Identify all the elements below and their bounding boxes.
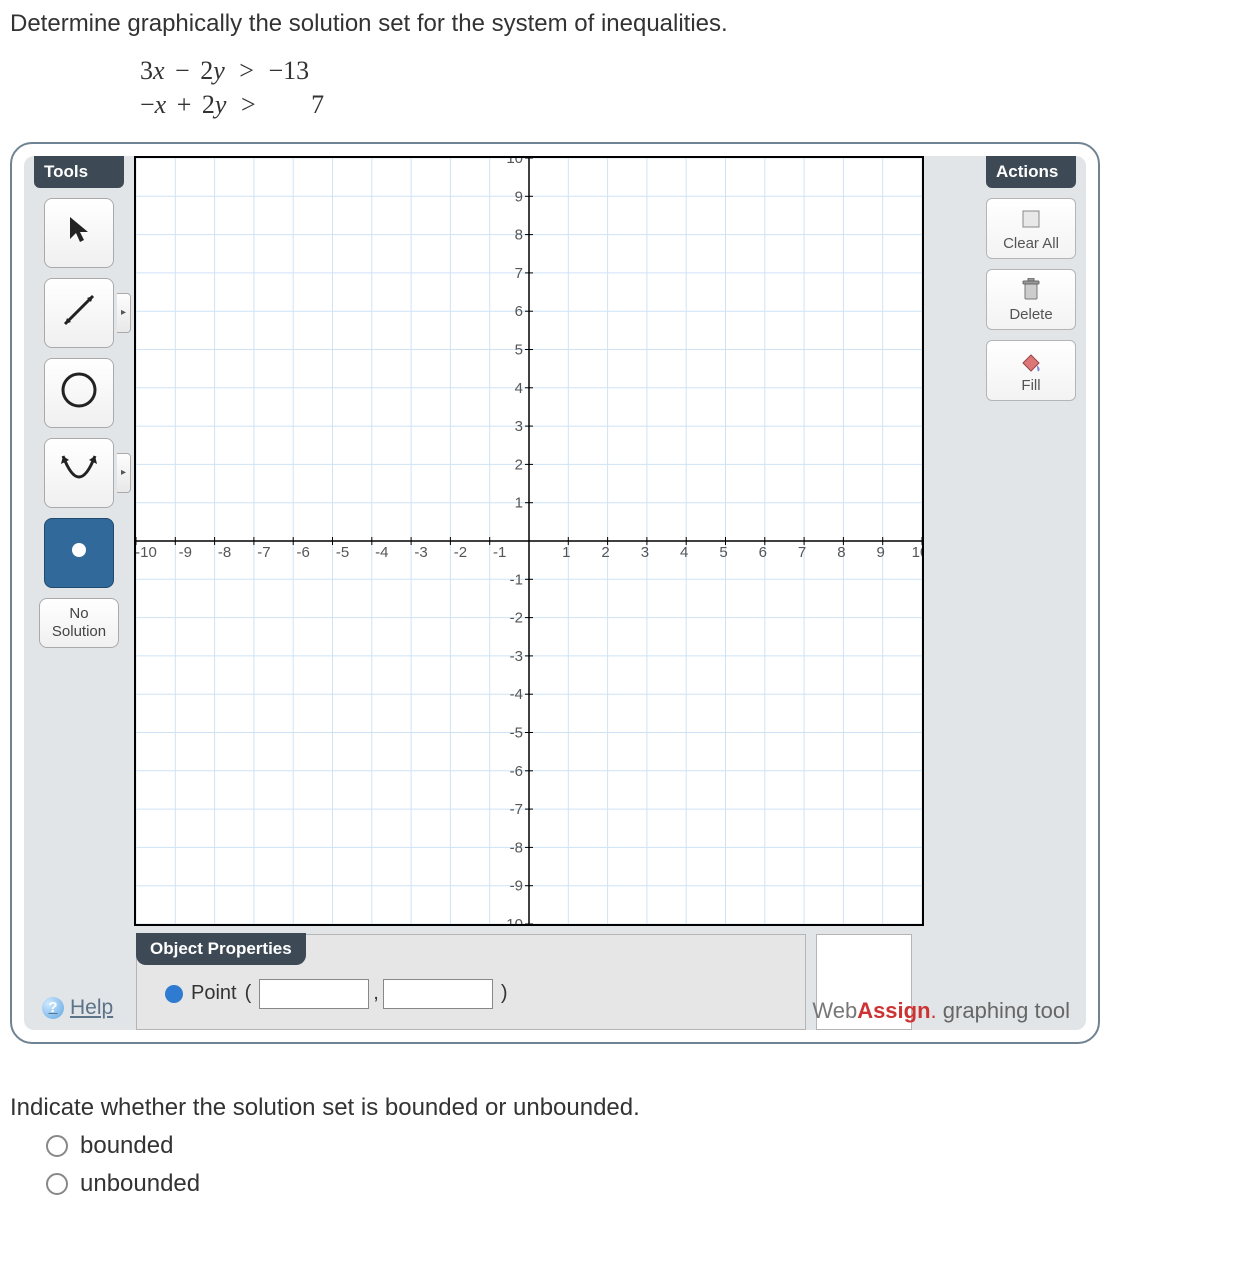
cursor-icon xyxy=(66,215,92,251)
comma: , xyxy=(373,982,379,1005)
point-x-input[interactable] xyxy=(259,979,369,1009)
svg-text:3: 3 xyxy=(641,544,649,561)
svg-text:-6: -6 xyxy=(510,762,523,779)
clear-all-button[interactable]: Clear All xyxy=(986,198,1076,259)
svg-text:-2: -2 xyxy=(510,609,523,626)
svg-text:-3: -3 xyxy=(414,544,427,561)
unbounded-option[interactable]: unbounded xyxy=(46,1170,1234,1198)
svg-text:-1: -1 xyxy=(510,571,523,588)
radio-icon xyxy=(46,1135,68,1157)
svg-text:-3: -3 xyxy=(510,647,523,664)
fill-label: Fill xyxy=(1021,377,1040,394)
parabola-tool[interactable]: ▸ xyxy=(44,438,114,508)
svg-text:-10: -10 xyxy=(136,544,157,561)
point-tool[interactable] xyxy=(44,518,114,588)
bounded-option[interactable]: bounded xyxy=(46,1132,1234,1160)
help-link[interactable]: ? Help xyxy=(42,996,113,1020)
tools-header: Tools xyxy=(34,156,124,188)
svg-text:-5: -5 xyxy=(336,544,349,561)
svg-text:-5: -5 xyxy=(510,724,523,741)
bounded-question: Indicate whether the solution set is bou… xyxy=(10,1094,1234,1122)
object-properties-panel: Object Properties Point ( , ) xyxy=(136,934,806,1030)
svg-text:10: 10 xyxy=(506,158,523,167)
svg-text:-1: -1 xyxy=(493,544,506,561)
svg-text:6: 6 xyxy=(515,303,523,320)
object-properties-header: Object Properties xyxy=(136,933,306,965)
line-tool[interactable]: ▸ xyxy=(44,278,114,348)
svg-text:10: 10 xyxy=(912,544,922,561)
svg-text:-4: -4 xyxy=(510,686,523,703)
open-paren: ( xyxy=(245,982,252,1005)
point-icon xyxy=(69,540,89,566)
help-label: Help xyxy=(70,996,113,1020)
svg-text:-6: -6 xyxy=(297,544,310,561)
parabola-icon xyxy=(57,448,101,498)
graphing-tool-panel: Tools ▸ ▸ xyxy=(10,142,1100,1044)
system-of-inequalities: 3x − 2y > −13 −x + 2y > 7 xyxy=(140,54,1234,122)
svg-text:4: 4 xyxy=(680,544,688,561)
svg-text:7: 7 xyxy=(798,544,806,561)
svg-text:-9: -9 xyxy=(179,544,192,561)
actions-header: Actions xyxy=(986,156,1076,188)
svg-text:-7: -7 xyxy=(510,801,523,818)
line-tool-flyout[interactable]: ▸ xyxy=(117,293,131,333)
svg-text:9: 9 xyxy=(515,188,523,205)
help-icon: ? xyxy=(42,997,64,1019)
svg-text:1: 1 xyxy=(562,544,570,561)
svg-text:5: 5 xyxy=(719,544,727,561)
unbounded-label: unbounded xyxy=(80,1170,200,1198)
parabola-tool-flyout[interactable]: ▸ xyxy=(117,453,131,493)
inequality-1: 3x − 2y > −13 xyxy=(140,54,1234,88)
svg-text:-8: -8 xyxy=(510,839,523,856)
point-label: Point xyxy=(191,982,237,1005)
svg-text:2: 2 xyxy=(515,456,523,473)
bounded-label: bounded xyxy=(80,1132,173,1160)
actions-column: Actions Clear All Delete Fill xyxy=(976,156,1086,1030)
radio-icon xyxy=(46,1173,68,1195)
no-solution-button[interactable]: No Solution xyxy=(39,598,119,648)
svg-text:-10: -10 xyxy=(501,916,523,924)
point-y-input[interactable] xyxy=(383,979,493,1009)
svg-text:8: 8 xyxy=(837,544,845,561)
circle-tool[interactable] xyxy=(44,358,114,428)
clear-all-icon xyxy=(1019,207,1043,231)
inequality-2: −x + 2y > 7 xyxy=(140,88,1234,122)
svg-text:-8: -8 xyxy=(218,544,231,561)
svg-text:3: 3 xyxy=(515,418,523,435)
canvas-column: -10 -9 -8 -7 -6 -5 -4 -3 -2 -1 1 2 3 4 5 6 7 8 9 10 -10 -9 -8 -… xyxy=(134,156,976,1030)
svg-text:6: 6 xyxy=(759,544,767,561)
delete-button[interactable]: Delete xyxy=(986,269,1076,330)
fill-button[interactable]: Fill xyxy=(986,340,1076,401)
svg-text:9: 9 xyxy=(877,544,885,561)
svg-text:8: 8 xyxy=(515,226,523,243)
line-icon xyxy=(57,288,101,338)
svg-text:5: 5 xyxy=(515,341,523,358)
svg-text:-9: -9 xyxy=(510,877,523,894)
clear-all-label: Clear All xyxy=(1003,235,1059,252)
svg-text:-7: -7 xyxy=(257,544,270,561)
instruction-text: Determine graphically the solution set f… xyxy=(10,10,1234,38)
select-tool[interactable] xyxy=(44,198,114,268)
trash-icon xyxy=(1019,278,1043,302)
brand-label: WebAssign. graphing tool xyxy=(812,998,1070,1024)
tools-column: Tools ▸ ▸ xyxy=(24,156,134,1030)
svg-text:2: 2 xyxy=(601,544,609,561)
point-color-dot-icon xyxy=(165,985,183,1003)
svg-text:1: 1 xyxy=(515,494,523,511)
close-paren: ) xyxy=(501,982,508,1005)
circle-icon xyxy=(57,368,101,418)
svg-text:7: 7 xyxy=(515,264,523,281)
svg-text:4: 4 xyxy=(515,379,523,396)
svg-text:-2: -2 xyxy=(454,544,467,561)
svg-text:-4: -4 xyxy=(375,544,388,561)
graph-canvas[interactable]: -10 -9 -8 -7 -6 -5 -4 -3 -2 -1 1 2 3 4 5 6 7 8 9 10 -10 -9 -8 -… xyxy=(134,156,924,926)
delete-label: Delete xyxy=(1009,306,1052,323)
fill-icon xyxy=(1019,349,1043,373)
